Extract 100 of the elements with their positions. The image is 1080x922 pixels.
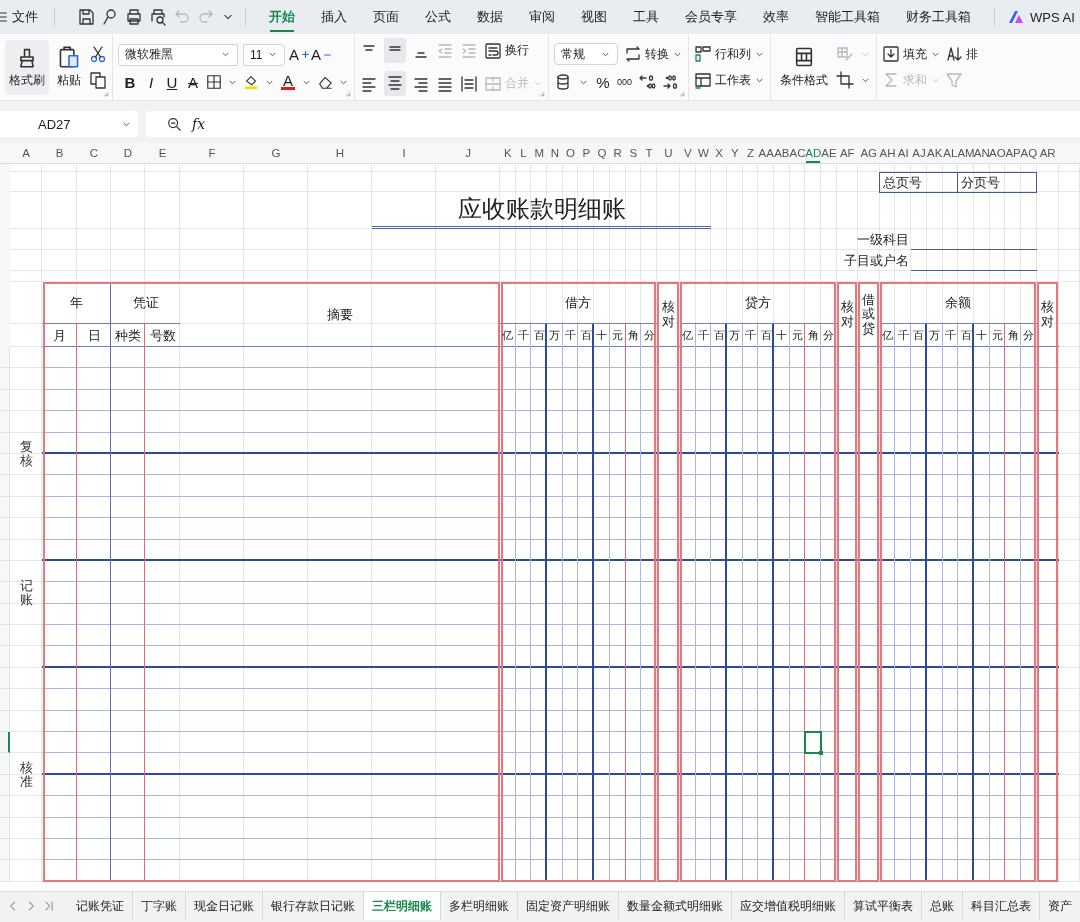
sheet-tab[interactable]: 三栏明细账 — [364, 892, 441, 920]
ribbon-tab[interactable]: 视图 — [568, 2, 620, 32]
column-header[interactable]: T — [641, 143, 657, 163]
print-preview-icon[interactable] — [149, 8, 167, 26]
ribbon-tab[interactable]: 页面 — [360, 2, 412, 32]
column-header[interactable]: S — [625, 143, 642, 163]
filter-icon[interactable] — [945, 71, 963, 89]
column-header[interactable]: AR — [1036, 143, 1059, 163]
eraser-icon[interactable] — [317, 74, 333, 90]
ribbon-tab[interactable]: 插入 — [308, 2, 360, 32]
ribbon-tab[interactable]: 会员专享 — [672, 2, 750, 32]
column-header[interactable]: J — [436, 143, 500, 163]
column-header[interactable]: I — [372, 143, 436, 163]
decrease-indent-icon[interactable] — [436, 41, 454, 60]
ribbon-tab[interactable]: 智能工具箱 — [802, 2, 893, 32]
column-header[interactable]: L — [515, 143, 532, 163]
borders-icon[interactable] — [206, 74, 222, 90]
column-header[interactable]: F — [180, 143, 244, 163]
column-header[interactable]: AK — [926, 143, 943, 163]
column-header[interactable]: AH — [879, 143, 896, 163]
column-header[interactable]: B — [42, 143, 77, 163]
distributed-icon[interactable] — [460, 74, 478, 93]
ai-button[interactable]: WPS AI — [1007, 8, 1075, 26]
column-header[interactable]: AP — [1005, 143, 1021, 163]
column-header[interactable]: C — [77, 143, 111, 163]
name-box[interactable]: AD27 — [0, 111, 138, 137]
ribbon-tab[interactable]: 审阅 — [516, 2, 568, 32]
column-header[interactable]: X — [711, 143, 727, 163]
file-menu[interactable]: 文件 — [0, 8, 44, 26]
column-header[interactable]: AI — [895, 143, 912, 163]
formula-field[interactable]: fx — [146, 111, 1080, 137]
column-header[interactable]: AJ — [911, 143, 927, 163]
underline-button[interactable]: U — [164, 73, 180, 91]
paste-button[interactable]: 粘贴 — [53, 39, 85, 95]
font-color-button[interactable]: A — [280, 74, 296, 90]
sort-button[interactable]: 排 — [945, 45, 978, 63]
font-name-dropdown[interactable]: 微软雅黑 — [118, 43, 238, 66]
column-header[interactable]: AD — [805, 143, 822, 163]
column-header[interactable]: Z — [742, 143, 759, 163]
grow-font-button[interactable]: A — [291, 46, 307, 63]
column-header[interactable]: A — [10, 143, 42, 163]
worksheet-button[interactable]: 工作表 — [694, 71, 765, 89]
increase-decimal-icon[interactable] — [638, 73, 657, 91]
column-header[interactable]: AB — [774, 143, 790, 163]
wrap-text-button[interactable]: 换行 — [484, 41, 529, 60]
column-header[interactable]: AN — [973, 143, 990, 163]
cell-style-icon[interactable] — [836, 45, 854, 63]
increase-indent-icon[interactable] — [460, 41, 478, 60]
column-header[interactable]: AL — [942, 143, 959, 163]
ribbon-tab[interactable]: 工具 — [620, 2, 672, 32]
row-header[interactable] — [0, 732, 10, 754]
strike-button[interactable]: A — [185, 73, 201, 91]
column-header[interactable]: K — [500, 143, 516, 163]
rows-columns-button[interactable]: 行和列 — [694, 45, 765, 63]
fill-color-icon[interactable] — [243, 74, 259, 90]
column-header[interactable]: R — [609, 143, 626, 163]
column-header[interactable]: AQ — [1020, 143, 1037, 163]
fill-button[interactable]: 填充 — [882, 45, 941, 63]
column-header[interactable]: D — [111, 143, 145, 163]
conditional-format-button[interactable]: 条件格式 — [776, 39, 832, 95]
column-header[interactable]: E — [145, 143, 180, 163]
thousands-button[interactable]: 000 — [617, 77, 633, 87]
shrink-font-button[interactable]: A — [313, 46, 329, 63]
cell-selection[interactable] — [804, 731, 823, 755]
bold-button[interactable]: B — [122, 73, 138, 91]
column-header[interactable]: V — [679, 143, 696, 163]
align-center-icon[interactable] — [386, 73, 404, 91]
format-painter-button[interactable]: 格式刷 — [5, 39, 49, 95]
column-header[interactable]: O — [562, 143, 579, 163]
ribbon-tab[interactable]: 财务工具箱 — [893, 2, 984, 32]
italic-button[interactable]: I — [143, 73, 159, 91]
ribbon-tab[interactable]: 效率 — [750, 2, 802, 32]
cut-icon[interactable] — [89, 45, 107, 63]
copy-icon[interactable] — [89, 71, 107, 89]
column-header[interactable]: AF — [836, 143, 858, 163]
ribbon-tab[interactable]: 公式 — [412, 2, 464, 32]
column-header[interactable]: AG — [857, 143, 880, 163]
save-icon[interactable] — [77, 8, 95, 26]
column-header[interactable]: Q — [594, 143, 610, 163]
column-header[interactable]: U — [656, 143, 680, 163]
column-header[interactable]: AM — [958, 143, 974, 163]
crop-icon[interactable] — [836, 71, 854, 89]
column-header[interactable]: AE — [821, 143, 837, 163]
column-header[interactable]: N — [547, 143, 563, 163]
column-header[interactable]: AA — [758, 143, 774, 163]
database-icon[interactable] — [554, 73, 572, 91]
column-header[interactable]: M — [531, 143, 548, 163]
ribbon-tab[interactable]: 数据 — [464, 2, 516, 32]
undo-icon[interactable] — [173, 8, 191, 26]
column-header[interactable]: W — [695, 143, 712, 163]
print-icon[interactable] — [125, 8, 143, 26]
last-icon[interactable] — [42, 899, 56, 913]
column-header[interactable]: P — [578, 143, 595, 163]
column-header[interactable]: G — [244, 143, 308, 163]
convert-button[interactable]: 转换 — [624, 45, 683, 63]
column-header[interactable]: AO — [989, 143, 1006, 163]
number-format-dropdown[interactable]: 常规 — [554, 43, 618, 65]
font-size-dropdown[interactable]: 11 — [243, 43, 285, 66]
ribbon-tab[interactable]: 开始 — [256, 2, 308, 32]
column-header[interactable]: Y — [726, 143, 743, 163]
